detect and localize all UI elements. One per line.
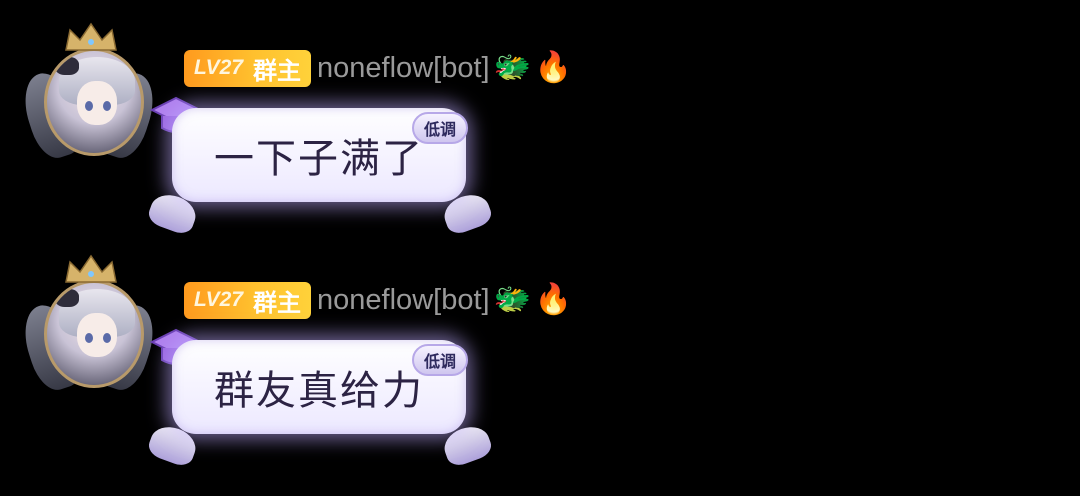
level-label: LV27 — [194, 56, 244, 79]
dragon-icon[interactable]: 🐲 — [494, 53, 531, 83]
low-key-tag: 低调 — [412, 344, 468, 376]
role-label: 群主 — [253, 56, 302, 85]
avatar-eye-left — [85, 333, 93, 343]
avatar-face — [77, 81, 117, 125]
crown-icon — [62, 22, 120, 54]
username[interactable]: noneflow[bot] — [317, 52, 490, 85]
chat-message: LV27 群主 noneflow[bot] 🐲 🔥 一下子满了 低调 — [0, 0, 700, 237]
avatar[interactable] — [15, 22, 163, 172]
chat-message: LV27 群主 noneflow[bot] 🐲 🔥 群友真给力 低调 — [0, 232, 700, 469]
message-header: LV27 群主 noneflow[bot] 🐲 🔥 — [184, 48, 572, 88]
avatar-image — [44, 280, 144, 388]
crown-icon — [62, 254, 120, 286]
message-text: 群友真给力 — [214, 368, 424, 414]
fire-icon[interactable]: 🔥 — [535, 53, 572, 83]
level-badge[interactable]: LV27 群主 — [184, 49, 312, 87]
avatar-bow — [55, 289, 79, 307]
message-header: LV27 群主 noneflow[bot] 🐲 🔥 — [184, 280, 572, 320]
dragon-icon[interactable]: 🐲 — [494, 285, 531, 315]
low-key-tag: 低调 — [412, 112, 468, 144]
avatar-eye-right — [103, 101, 111, 111]
avatar-image — [44, 48, 144, 156]
level-label: LV27 — [194, 288, 244, 311]
avatar-eye-left — [85, 101, 93, 111]
level-badge[interactable]: LV27 群主 — [184, 281, 312, 319]
message-text: 一下子满了 — [214, 136, 424, 182]
fire-icon[interactable]: 🔥 — [535, 285, 572, 315]
avatar-bow — [55, 57, 79, 75]
avatar[interactable] — [15, 254, 163, 404]
avatar-eye-right — [103, 333, 111, 343]
username[interactable]: noneflow[bot] — [317, 284, 490, 317]
avatar-face — [77, 313, 117, 357]
role-label: 群主 — [253, 288, 302, 317]
